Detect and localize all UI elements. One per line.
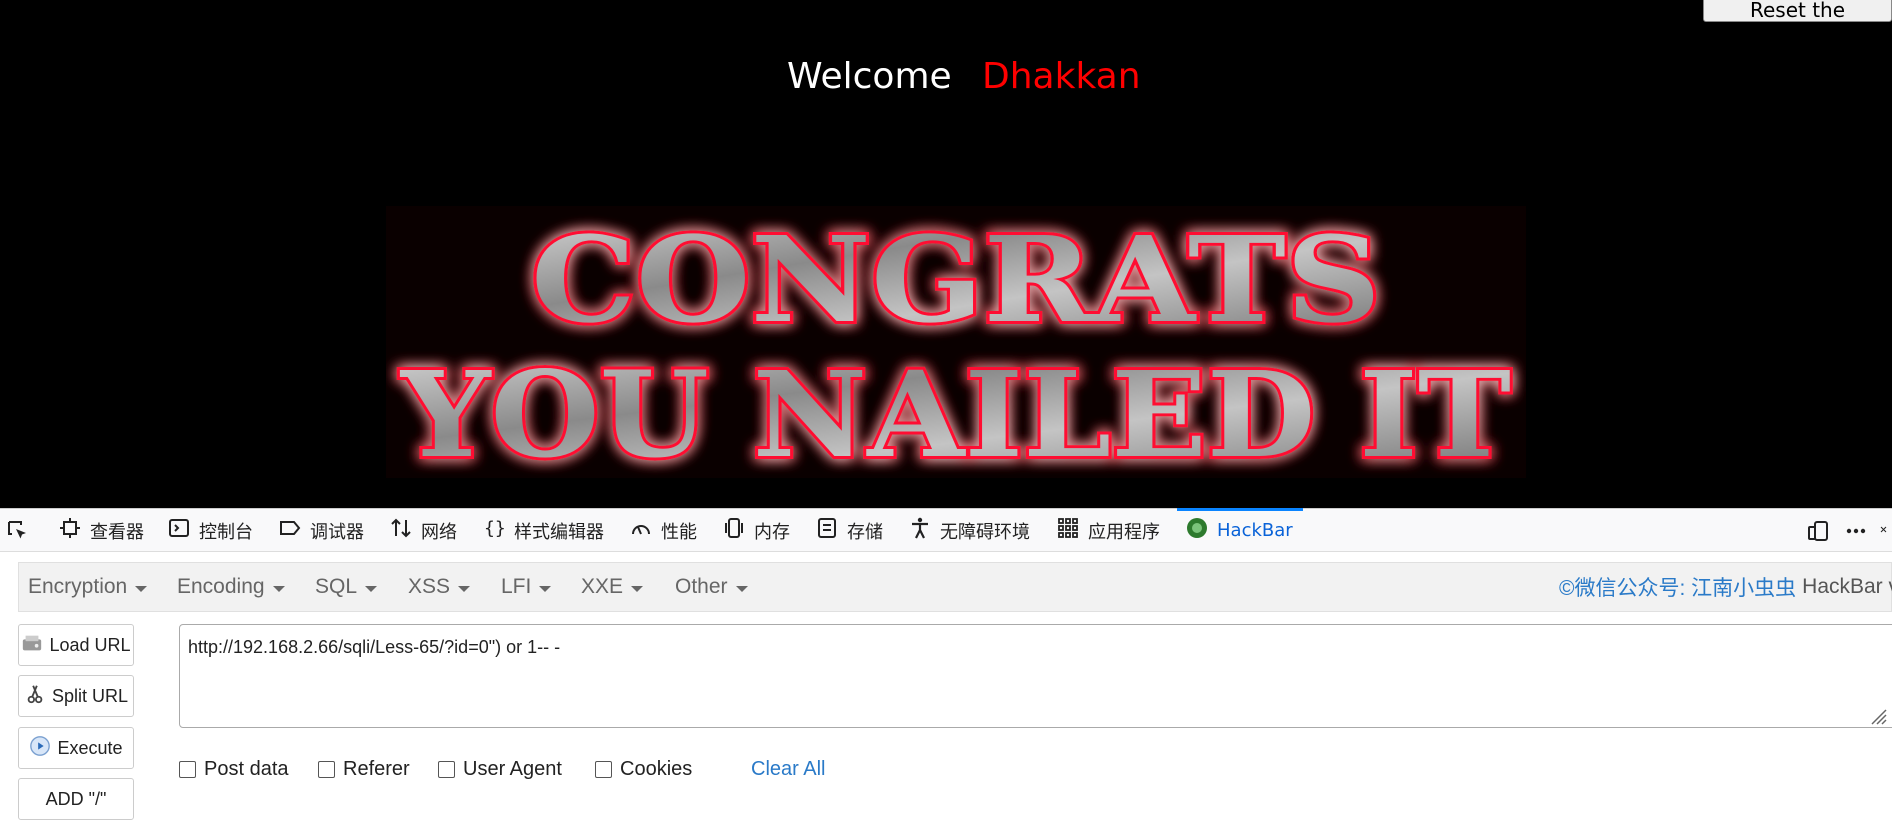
load-url-label: Load URL bbox=[49, 634, 131, 655]
tab-label: 无障碍环境 bbox=[940, 521, 1030, 543]
memory-icon bbox=[722, 516, 746, 545]
chevron-down-icon bbox=[365, 585, 378, 592]
console-icon bbox=[167, 516, 191, 545]
storage-icon bbox=[815, 516, 839, 545]
performance-icon bbox=[629, 516, 653, 545]
tab-hackbar[interactable]: HackBar bbox=[1177, 508, 1303, 552]
post-data-label: Post data bbox=[204, 758, 289, 780]
element-picker-icon[interactable] bbox=[6, 509, 30, 552]
menu-encoding[interactable]: Encoding bbox=[177, 563, 285, 611]
checkbox-box[interactable] bbox=[595, 761, 612, 778]
svg-text:{}: {} bbox=[484, 518, 506, 539]
tab-label: 调试器 bbox=[310, 521, 364, 543]
tab-storage[interactable]: 存储 bbox=[815, 509, 883, 552]
welcome-label: Welcome bbox=[787, 56, 952, 97]
menu-label: Encoding bbox=[177, 575, 265, 598]
load-url-button[interactable]: Load URL bbox=[18, 624, 134, 666]
congrats-banner: CONGRATS YOU NAILED IT bbox=[386, 206, 1526, 478]
load-url-icon bbox=[21, 632, 43, 659]
menu-label: SQL bbox=[315, 575, 358, 598]
tab-console[interactable]: 控制台 bbox=[167, 509, 253, 552]
menu-label: Other bbox=[675, 575, 728, 598]
devtools-toolbar: 查看器 控制台 调试器 网络 {} 样式编辑器 性能 内存 存储 无障碍环境 应… bbox=[0, 508, 1892, 552]
tab-accessibility[interactable]: 无障碍环境 bbox=[908, 509, 1030, 552]
page-viewport: Reset the Challenge! Welcome Dhakkan CON… bbox=[0, 0, 1892, 508]
inspector-icon bbox=[58, 516, 82, 545]
cookies-label: Cookies bbox=[620, 758, 693, 780]
credit-link[interactable]: ©微信公众号: 江南小虫虫 bbox=[1559, 572, 1796, 602]
hackbar-version: HackBar v2 bbox=[1802, 575, 1892, 598]
tab-label: 应用程序 bbox=[1088, 521, 1160, 543]
add-slash-label: ADD "/" bbox=[45, 788, 107, 809]
user-agent-label: User Agent bbox=[463, 758, 562, 780]
play-icon bbox=[29, 735, 51, 762]
tab-label: 存储 bbox=[847, 521, 883, 543]
tab-label: 样式编辑器 bbox=[514, 521, 604, 543]
menu-label: XXE bbox=[581, 575, 624, 598]
resize-grip-icon[interactable] bbox=[1866, 704, 1888, 726]
tab-label: 内存 bbox=[754, 521, 790, 543]
reset-challenge-button[interactable]: Reset the Challenge! bbox=[1703, 0, 1892, 48]
execute-label: Execute bbox=[57, 737, 123, 758]
post-data-checkbox[interactable]: Post data bbox=[179, 758, 289, 781]
execute-button[interactable]: Execute bbox=[18, 727, 134, 769]
url-input[interactable]: http://192.168.2.66/sqli/Less-65/?id=0")… bbox=[179, 624, 1892, 728]
tab-network[interactable]: 网络 bbox=[389, 509, 457, 552]
tab-application[interactable]: 应用程序 bbox=[1056, 509, 1160, 552]
close-icon[interactable] bbox=[1880, 509, 1892, 552]
cookies-checkbox[interactable]: Cookies bbox=[595, 758, 692, 781]
referer-label: Referer bbox=[343, 758, 410, 780]
menu-xss[interactable]: XSS bbox=[408, 563, 471, 611]
checkbox-box[interactable] bbox=[438, 761, 455, 778]
split-url-button[interactable]: Split URL bbox=[18, 675, 134, 717]
tab-label: 性能 bbox=[661, 521, 697, 543]
chevron-down-icon bbox=[539, 585, 552, 592]
chevron-down-icon bbox=[631, 585, 644, 592]
menu-sql[interactable]: SQL bbox=[315, 563, 378, 611]
clear-all-link[interactable]: Clear All bbox=[751, 758, 825, 781]
chevron-down-icon bbox=[272, 585, 285, 592]
tab-label: 网络 bbox=[421, 521, 457, 543]
checkbox-box[interactable] bbox=[318, 761, 335, 778]
tab-style-editor[interactable]: {} 样式编辑器 bbox=[482, 509, 604, 552]
debugger-icon bbox=[278, 516, 302, 545]
banner-line-2: YOU NAILED IT bbox=[399, 345, 1511, 478]
hackbar-credit: ©微信公众号: 江南小虫虫 HackBar v2 bbox=[1559, 563, 1892, 611]
tab-inspector[interactable]: 查看器 bbox=[58, 509, 144, 552]
chevron-down-icon bbox=[135, 585, 148, 592]
add-slash-button[interactable]: ADD "/" bbox=[18, 778, 134, 820]
tab-memory[interactable]: 内存 bbox=[722, 509, 790, 552]
style-editor-icon: {} bbox=[482, 516, 506, 545]
scissors-icon bbox=[24, 683, 46, 710]
tab-performance[interactable]: 性能 bbox=[629, 509, 697, 552]
chevron-down-icon bbox=[458, 585, 471, 592]
menu-lfi[interactable]: LFI bbox=[501, 563, 552, 611]
more-options-icon[interactable] bbox=[1844, 509, 1868, 552]
username-label: Dhakkan bbox=[982, 56, 1141, 97]
menu-label: XSS bbox=[408, 575, 451, 598]
accessibility-icon bbox=[908, 516, 932, 545]
network-icon bbox=[389, 516, 413, 545]
checkbox-box[interactable] bbox=[179, 761, 196, 778]
tab-label: 查看器 bbox=[90, 521, 144, 543]
referer-checkbox[interactable]: Referer bbox=[318, 758, 410, 781]
menu-other[interactable]: Other bbox=[675, 563, 748, 611]
hackbar-icon bbox=[1185, 516, 1209, 545]
hackbar-menu-bar: Encryption Encoding SQL XSS LFI XXE Othe… bbox=[18, 562, 1892, 612]
menu-xxe[interactable]: XXE bbox=[581, 563, 644, 611]
tab-debugger[interactable]: 调试器 bbox=[278, 509, 364, 552]
menu-label: LFI bbox=[501, 575, 532, 598]
banner-line-1: CONGRATS bbox=[531, 210, 1381, 349]
chevron-down-icon bbox=[735, 585, 748, 592]
user-agent-checkbox[interactable]: User Agent bbox=[438, 758, 562, 781]
menu-label: Encryption bbox=[28, 575, 128, 598]
tab-label: HackBar bbox=[1217, 520, 1293, 541]
menu-encryption[interactable]: Encryption bbox=[28, 563, 148, 611]
tab-label: 控制台 bbox=[199, 521, 253, 543]
split-url-label: Split URL bbox=[51, 685, 129, 706]
application-icon bbox=[1056, 516, 1080, 545]
responsive-mode-icon[interactable] bbox=[1806, 509, 1830, 552]
